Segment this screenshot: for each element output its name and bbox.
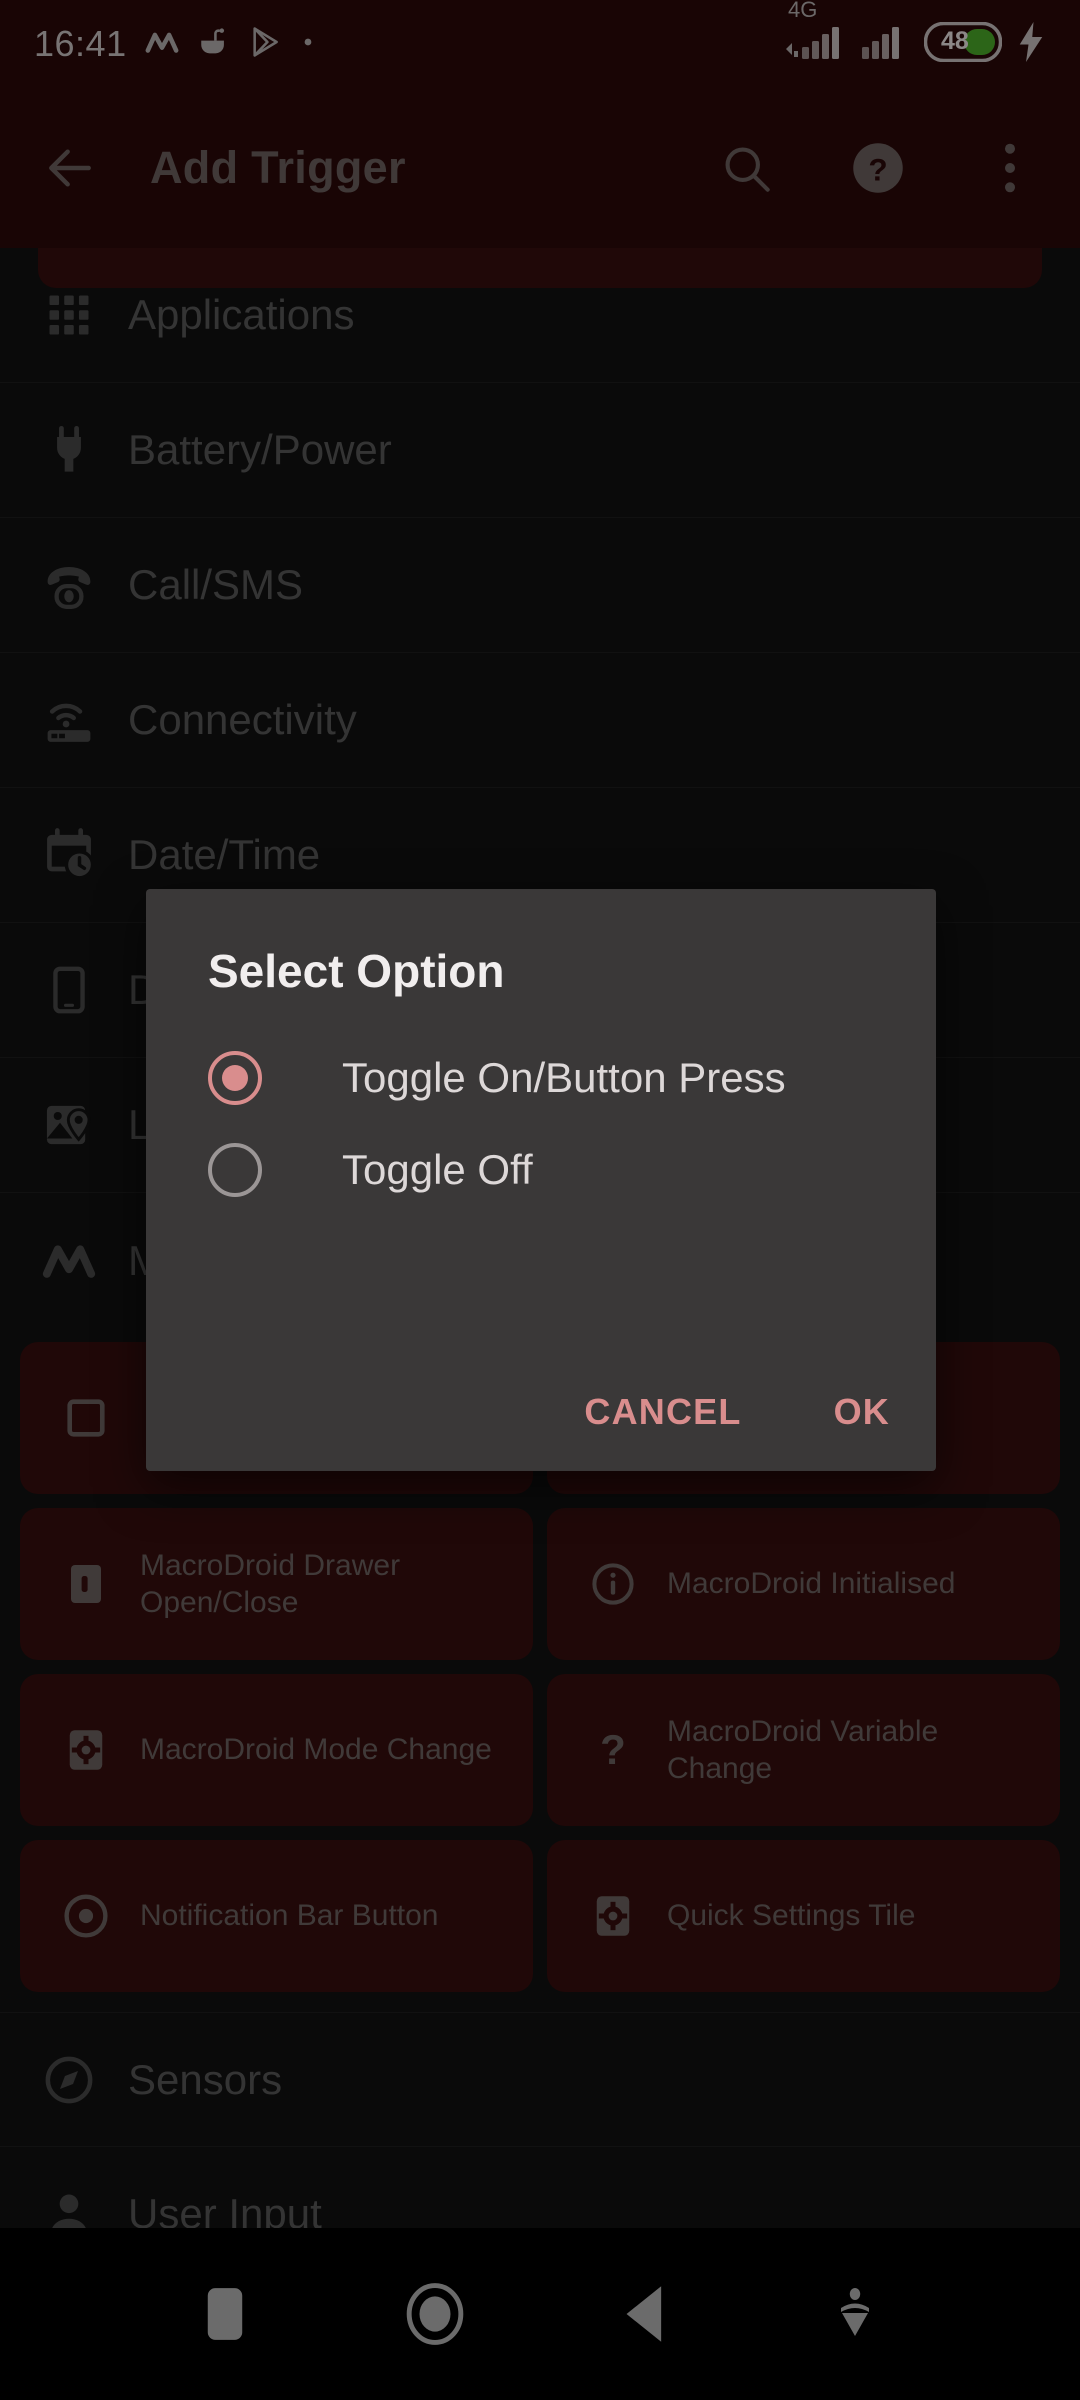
- radio-option-toggle-off[interactable]: Toggle Off: [146, 1124, 936, 1216]
- dialog-actions: CANCEL OK: [584, 1391, 890, 1433]
- recents-square-icon[interactable]: [170, 2259, 280, 2369]
- hide-keyboard-icon[interactable]: [800, 2259, 910, 2369]
- home-circle-icon[interactable]: [380, 2259, 490, 2369]
- back-triangle-icon[interactable]: [590, 2259, 700, 2369]
- radio-option-label: Toggle On/Button Press: [342, 1054, 786, 1102]
- select-option-dialog: Select Option Toggle On/Button Press Tog…: [146, 889, 936, 1471]
- ok-button[interactable]: OK: [834, 1391, 890, 1433]
- dialog-title: Select Option: [208, 945, 505, 997]
- cancel-button[interactable]: CANCEL: [584, 1391, 741, 1433]
- radio-option-toggle-on[interactable]: Toggle On/Button Press: [146, 1032, 936, 1124]
- radio-option-label: Toggle Off: [342, 1146, 533, 1194]
- dialog-radio-group: Toggle On/Button Press Toggle Off: [146, 1032, 936, 1216]
- radio-button-icon[interactable]: [208, 1051, 262, 1105]
- system-navigation-bar: [0, 2228, 1080, 2400]
- radio-button-icon[interactable]: [208, 1143, 262, 1197]
- phone-screen: 16:41 4G 48 Add Trigger ? Applications B…: [0, 0, 1080, 2400]
